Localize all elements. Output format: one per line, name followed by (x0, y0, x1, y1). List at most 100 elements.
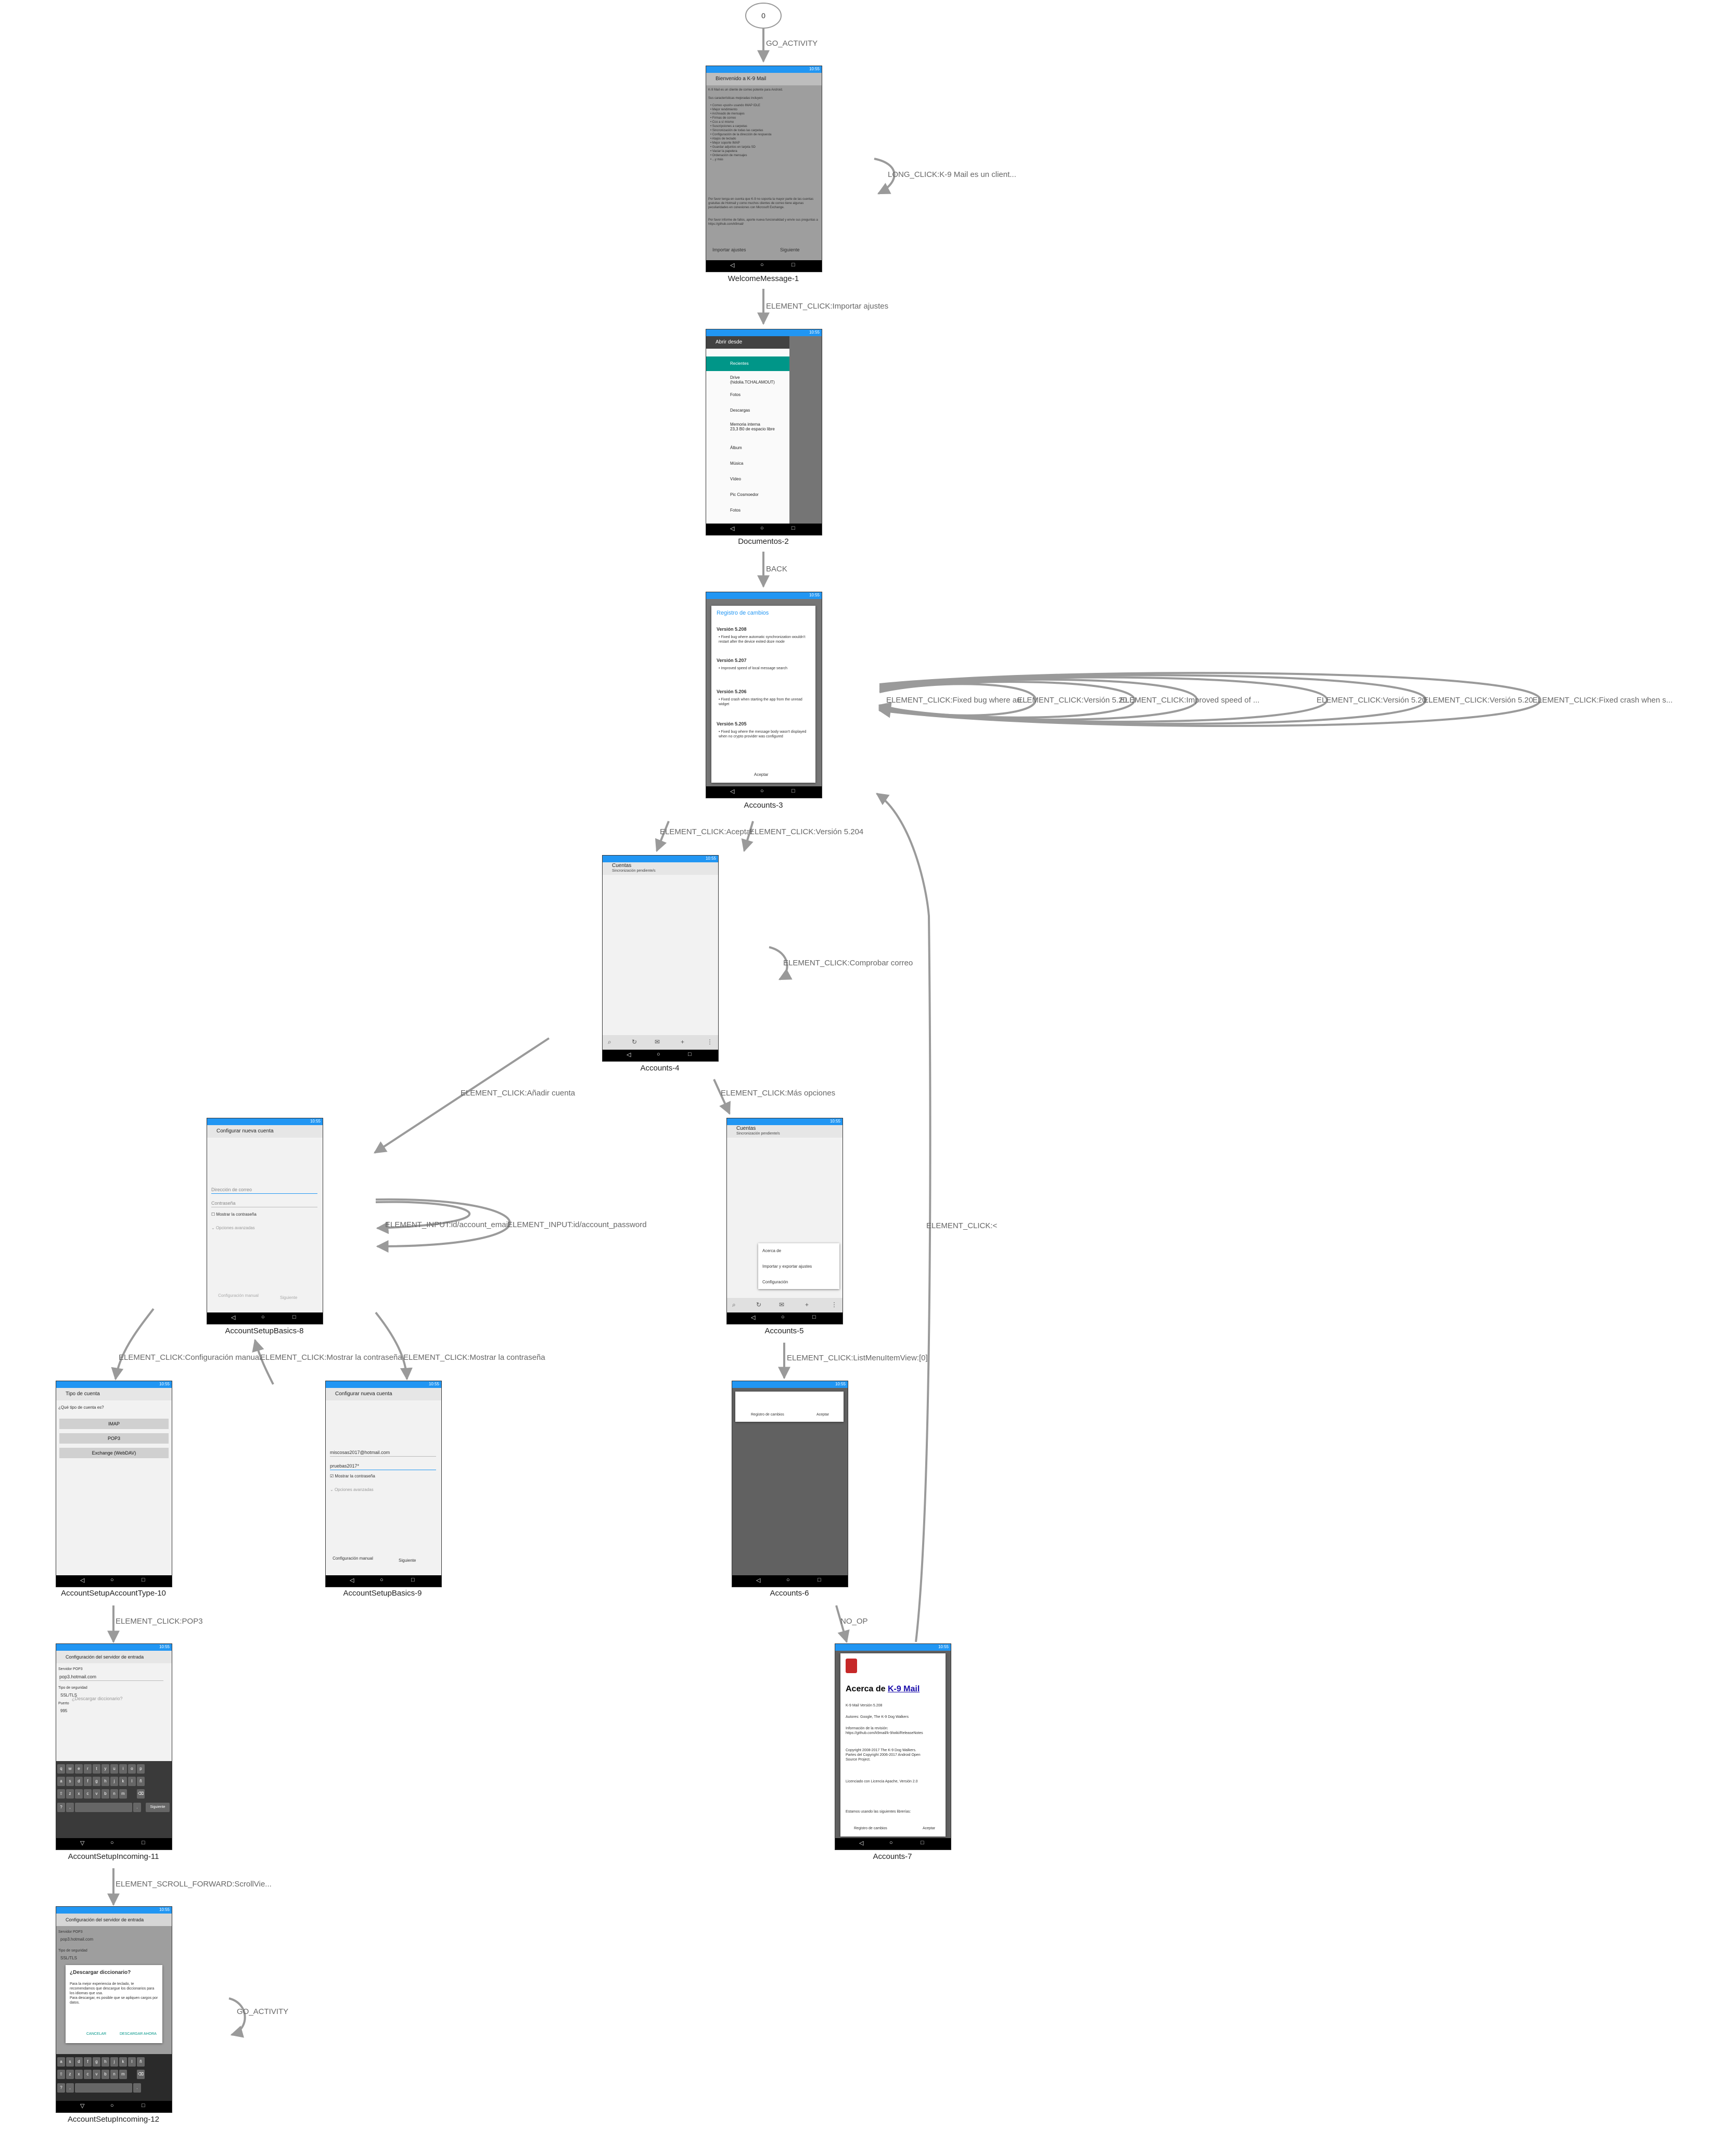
edge-label: ELEMENT_CLICK:Fixed bug where au... (886, 696, 1028, 705)
drawer-item-video[interactable]: Vídeo (706, 472, 789, 487)
password-field[interactable]: pruebas2017* (330, 1462, 436, 1470)
back-icon[interactable]: ◁ (350, 1577, 354, 1584)
download-now-button[interactable]: DESCARGAR AHORA (120, 2032, 157, 2037)
back-icon[interactable]: ◁ (730, 788, 734, 795)
recents-icon[interactable]: □ (292, 1314, 296, 1320)
back-icon[interactable]: ◁ (751, 1314, 755, 1321)
recents-icon[interactable]: □ (142, 1577, 145, 1583)
next-button[interactable]: Siguiente (280, 1295, 297, 1301)
more-icon[interactable]: ⋮ (707, 1038, 713, 1046)
refresh-icon[interactable]: ↻ (632, 1038, 637, 1046)
advanced-options[interactable]: ⌄ Opciones avanzadas (330, 1487, 374, 1493)
pop3-button[interactable]: POP3 (59, 1433, 169, 1444)
recents-icon[interactable]: □ (688, 1051, 692, 1057)
recents-icon[interactable]: □ (818, 1577, 821, 1583)
password-field[interactable]: Contraseña (211, 1200, 317, 1207)
changelog-button[interactable]: Registro de cambios (751, 1412, 784, 1418)
home-icon[interactable]: ○ (781, 1314, 785, 1320)
recents-icon[interactable]: □ (792, 262, 795, 268)
back-icon[interactable]: ◁ (859, 1840, 863, 1846)
home-icon[interactable]: ○ (380, 1577, 384, 1583)
status-time: 10:55 (159, 1644, 170, 1649)
drawer-item-photos[interactable]: Fotos (706, 388, 789, 402)
cancel-button[interactable]: CANCELAR (86, 2032, 106, 2037)
home-icon[interactable]: ○ (110, 2102, 114, 2109)
edge-label: ELEMENT_CLICK:Versión 5.20... (1423, 696, 1539, 705)
home-icon[interactable]: ○ (261, 1314, 265, 1320)
advanced-options[interactable]: ⌄ Opciones avanzadas (211, 1226, 255, 1231)
email-field[interactable]: miscosas2017@hotmail.com (330, 1449, 436, 1457)
show-password-checkbox[interactable]: ☑ Mostrar la contraseña (330, 1474, 375, 1479)
home-icon[interactable]: ○ (760, 525, 764, 531)
home-icon[interactable]: ○ (760, 788, 764, 794)
drawer-item-recent[interactable]: Recientes (706, 356, 789, 371)
home-icon[interactable]: ○ (760, 262, 764, 268)
accept-button[interactable]: Aceptar (754, 772, 769, 777)
back-icon[interactable]: ◁ (756, 1577, 760, 1584)
refresh-icon[interactable]: ↻ (756, 1301, 761, 1308)
edge-label: ELEMENT_CLICK:Aceptar (660, 827, 753, 836)
back-icon[interactable]: ◁ (80, 1577, 84, 1584)
next-button[interactable]: Siguiente (780, 247, 800, 252)
home-icon[interactable]: ○ (657, 1051, 660, 1057)
version-208-text: • Fixed bug where automatic synchronizat… (719, 635, 806, 644)
search-icon[interactable]: ⌕ (732, 1301, 736, 1309)
drawer-item-music[interactable]: Música (706, 456, 789, 471)
home-icon[interactable]: ○ (889, 1840, 893, 1846)
add-icon[interactable]: + (681, 1038, 684, 1046)
home-icon[interactable]: ○ (110, 1840, 114, 1846)
compose-icon[interactable]: ✉ (779, 1301, 784, 1308)
add-icon[interactable]: + (805, 1301, 809, 1308)
back-icon[interactable]: ◁ (730, 525, 734, 532)
home-icon[interactable]: ○ (110, 1577, 114, 1583)
recents-icon[interactable]: □ (792, 788, 795, 794)
imap-button[interactable]: IMAP (59, 1419, 169, 1429)
recents-icon[interactable]: □ (142, 1840, 145, 1846)
show-password-checkbox[interactable]: ☐ Mostrar la contraseña (211, 1212, 257, 1217)
menu-item-about[interactable]: Acerca de (762, 1248, 781, 1254)
more-icon[interactable]: ⋮ (831, 1301, 837, 1308)
edge-label: ELEMENT_CLICK:< (926, 1221, 998, 1230)
keyboard[interactable]: asdfghjklñ ⇧ z x c v b n m ⌫ ?,. (56, 2054, 172, 2101)
recents-icon[interactable]: □ (812, 1314, 816, 1320)
menu-item-import-export[interactable]: Importar y exportar ajustes (762, 1264, 812, 1269)
home-icon[interactable]: ○ (786, 1577, 790, 1583)
accept-button[interactable]: Aceptar (816, 1412, 829, 1418)
drawer-item-pic[interactable]: Pic Cosmoedor (706, 488, 789, 502)
manual-config-button[interactable]: Configuración manual (332, 1556, 374, 1561)
drawer-item-storage[interactable]: Memoria interna 23,3 B0 de espacio libre (706, 419, 789, 434)
back-icon[interactable]: ▽ (80, 2102, 84, 2109)
about-info[interactable]: Información de la revisión: https://gith… (846, 1726, 942, 1736)
exchange-button[interactable]: Exchange (WebDAV) (59, 1448, 169, 1458)
dialog-title: Registro de cambios (717, 610, 769, 616)
back-icon[interactable]: ▽ (80, 1840, 84, 1846)
accept-button[interactable]: Aceptar (923, 1826, 935, 1831)
menu-item-settings[interactable]: Configuración (762, 1280, 788, 1285)
drawer-item-downloads[interactable]: Descargas (706, 403, 789, 418)
manual-config-button[interactable]: Configuración manual (218, 1293, 259, 1298)
about-title-link[interactable]: K-9 Mail (888, 1685, 920, 1693)
recents-icon[interactable]: □ (142, 2102, 145, 2109)
back-icon[interactable]: ◁ (730, 262, 734, 269)
next-key[interactable]: Siguiente (146, 1803, 170, 1812)
search-icon[interactable]: ⌕ (608, 1038, 611, 1046)
next-button[interactable]: Siguiente (399, 1558, 416, 1563)
back-icon[interactable]: ◁ (231, 1314, 235, 1321)
changelog-button[interactable]: Registro de cambios (854, 1826, 887, 1831)
drawer-item-album[interactable]: Álbum (706, 441, 789, 455)
compose-icon[interactable]: ✉ (655, 1038, 660, 1046)
keyboard[interactable]: qwertyuiop asdfghjklñ ⇧ z x c v b n m ⌫ ?,. Sigu… (56, 1761, 172, 1838)
email-field[interactable]: Dirección de correo (211, 1186, 317, 1194)
recents-icon[interactable]: □ (921, 1840, 924, 1846)
drawer-item-photos-2[interactable]: Fotos (706, 503, 789, 518)
port-value[interactable]: 995 (60, 1709, 67, 1714)
import-button[interactable]: Importar ajustes (712, 247, 746, 252)
status-bar: 10:55 (207, 1118, 323, 1125)
recents-icon[interactable]: □ (411, 1577, 415, 1583)
about-license: Licenciado con Licencia Apache, Versión … (846, 1780, 918, 1783)
back-icon[interactable]: ◁ (627, 1051, 631, 1058)
recents-icon[interactable]: □ (792, 525, 795, 531)
server-field[interactable]: pop3.hotmail.com (59, 1673, 163, 1681)
drawer-item-drive[interactable]: Drive (hidolia.TCHALAMOUT) (706, 372, 789, 387)
email-hint: Dirección de correo (211, 1187, 252, 1192)
